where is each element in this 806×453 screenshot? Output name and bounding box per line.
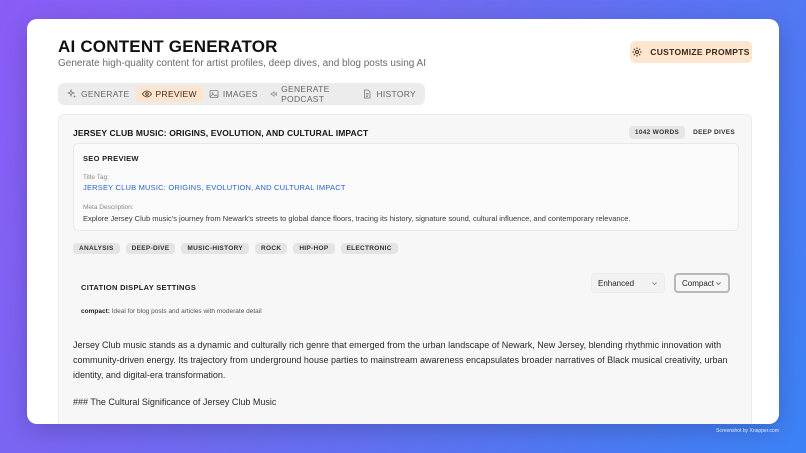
citation-style-value: Enhanced xyxy=(598,278,635,288)
customize-prompts-label: CUSTOMIZE PROMPTS xyxy=(650,47,750,57)
watermark: Screenshot by Xnapper.com xyxy=(716,428,779,434)
tab-label: PREVIEW xyxy=(155,89,197,99)
document-icon xyxy=(364,89,371,99)
citation-description: compact: Ideal for blog posts and articl… xyxy=(81,308,262,315)
sparkles-icon xyxy=(67,89,76,98)
tag-chip: ELECTRONIC xyxy=(340,243,398,254)
image-icon xyxy=(209,90,219,98)
citation-style-select[interactable]: Enhanced xyxy=(591,273,665,293)
seo-heading: SEO PREVIEW xyxy=(83,154,139,163)
citation-desc-key: compact: xyxy=(81,308,110,315)
preview-panel: JERSEY CLUB MUSIC: ORIGINS, EVOLUTION, A… xyxy=(58,114,752,424)
page-title: AI CONTENT GENERATOR xyxy=(58,37,278,56)
title-tag-value: JERSEY CLUB MUSIC: ORIGINS, EVOLUTION, A… xyxy=(83,183,346,192)
citation-settings-heading: CITATION DISPLAY SETTINGS xyxy=(81,283,197,292)
article-section-heading: ### The Cultural Significance of Jersey … xyxy=(73,397,277,407)
article-body-paragraph: Jersey Club music stands as a dynamic an… xyxy=(73,340,728,380)
tag-list: ANALYSIS DEEP-DIVE MUSIC-HISTORY ROCK HI… xyxy=(73,243,398,254)
tab-label: GENERATE PODCAST xyxy=(281,84,330,104)
tag-chip: HIP-HOP xyxy=(293,243,335,254)
customize-prompts-button[interactable]: CUSTOMIZE PROMPTS xyxy=(630,41,752,63)
tag-chip: ANALYSIS xyxy=(73,243,120,254)
tab-label: GENERATE xyxy=(81,89,130,99)
tab-bar: GENERATE PREVIEW IMAGES GENERATE PODCAST… xyxy=(58,83,425,105)
citation-density-select[interactable]: Compact xyxy=(674,273,730,293)
seo-preview-box: SEO PREVIEW Title Tag: JERSEY CLUB MUSIC… xyxy=(73,143,739,231)
citation-density-value: Compact xyxy=(682,278,715,288)
gear-icon xyxy=(632,47,642,57)
article-title: JERSEY CLUB MUSIC: ORIGINS, EVOLUTION, A… xyxy=(73,128,369,138)
tag-chip: ROCK xyxy=(254,243,288,254)
tag-chip: DEEP-DIVE xyxy=(125,243,176,254)
tab-history[interactable]: HISTORY xyxy=(356,86,422,102)
tab-label: IMAGES xyxy=(222,89,258,99)
speaker-icon xyxy=(270,91,277,97)
tag-chip: MUSIC-HISTORY xyxy=(181,243,249,254)
tab-preview[interactable]: PREVIEW xyxy=(135,86,203,102)
title-tag-label: Title Tag: xyxy=(83,174,110,181)
chevron-down-icon xyxy=(716,281,721,285)
eye-icon xyxy=(141,90,152,98)
tab-generate[interactable]: GENERATE xyxy=(61,86,136,102)
meta-description-label: Meta Description: xyxy=(83,204,134,211)
citation-desc-text: Ideal for blog posts and articles with m… xyxy=(109,308,262,315)
tab-images[interactable]: IMAGES xyxy=(203,86,264,102)
main-card: AI CONTENT GENERATOR Generate high-quali… xyxy=(27,19,779,424)
word-count-badge: 1042 WORDS xyxy=(628,126,686,139)
article-badges: 1042 WORDS DEEP DIVES xyxy=(628,126,737,139)
content-type-badge: DEEP DIVES xyxy=(693,129,735,136)
page-subtitle: Generate high-quality content for artist… xyxy=(58,58,426,69)
chevron-down-icon xyxy=(652,281,657,285)
meta-description-value: Explore Jersey Club music's journey from… xyxy=(83,214,631,223)
tab-label: HISTORY xyxy=(376,89,416,99)
tab-generate-podcast[interactable]: GENERATE PODCAST xyxy=(264,84,357,104)
